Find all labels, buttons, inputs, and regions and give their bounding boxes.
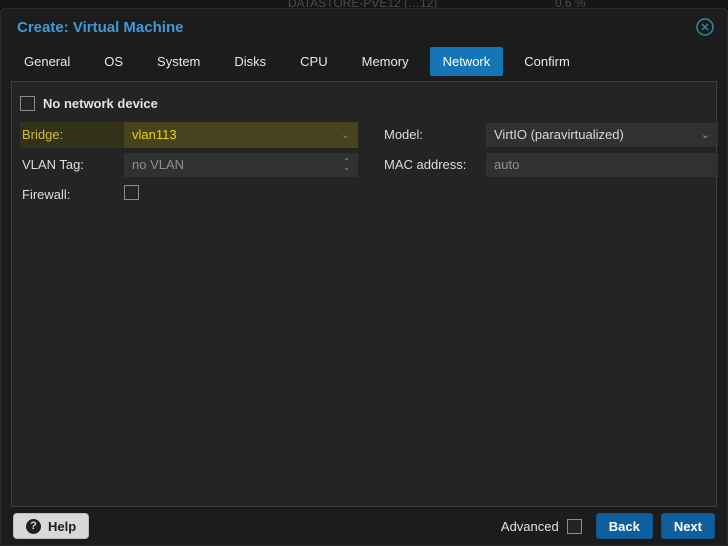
tab-confirm[interactable]: Confirm xyxy=(511,47,583,76)
help-button[interactable]: ? Help xyxy=(13,513,90,539)
no-network-device-checkbox[interactable] xyxy=(20,96,35,111)
vlan-tag-label: VLAN Tag: xyxy=(22,157,84,172)
vlan-tag-placeholder: no VLAN xyxy=(132,157,185,172)
background-clipped-text-right: 0.6 % xyxy=(555,0,586,8)
dialog-footer: ? Help Advanced Back Next xyxy=(1,507,727,545)
model-select[interactable]: VirtIO (paravirtualized) ⌄ xyxy=(486,123,718,147)
form-grid: Bridge: vlan113 ⌄ Model: VirtIO (paravir… xyxy=(18,122,718,207)
create-vm-dialog: Create: Virtual Machine General OS Syste… xyxy=(0,8,728,546)
tab-system[interactable]: System xyxy=(144,47,213,76)
help-button-label: Help xyxy=(48,518,77,534)
background-page-strip: DATASTORE-PVE12 (…12) 0.6 % xyxy=(0,0,728,8)
network-form-panel: No network device Bridge: vlan113 ⌄ Mode… xyxy=(11,81,718,507)
vlan-tag-input[interactable]: no VLAN ⌃ ⌄ xyxy=(124,153,358,177)
next-button[interactable]: Next xyxy=(660,513,715,539)
chevron-down-icon: ⌄ xyxy=(340,128,350,141)
tab-general[interactable]: General xyxy=(11,47,83,76)
tab-cpu[interactable]: CPU xyxy=(287,47,340,76)
advanced-checkbox[interactable] xyxy=(566,518,582,534)
model-label: Model: xyxy=(384,127,424,142)
mac-address-label: MAC address: xyxy=(384,157,467,172)
model-value: VirtIO (paravirtualized) xyxy=(494,127,624,142)
dialog-titlebar: Create: Virtual Machine xyxy=(1,9,727,45)
no-network-device-row: No network device xyxy=(18,90,710,123)
firewall-label: Firewall: xyxy=(22,187,71,202)
dialog-title: Create: Virtual Machine xyxy=(17,18,184,36)
tab-bar: General OS System Disks CPU Memory Netwo… xyxy=(1,45,727,77)
no-network-device-label: No network device xyxy=(43,96,158,111)
question-icon: ? xyxy=(26,518,41,534)
tab-disks[interactable]: Disks xyxy=(221,47,279,76)
bridge-select[interactable]: vlan113 ⌄ xyxy=(124,122,358,148)
firewall-checkbox[interactable] xyxy=(124,185,139,200)
number-stepper-icon[interactable]: ⌃ ⌄ xyxy=(343,158,350,172)
back-button[interactable]: Back xyxy=(595,513,653,539)
mac-address-input[interactable]: auto xyxy=(486,153,718,177)
close-icon[interactable] xyxy=(695,17,715,37)
tab-network[interactable]: Network xyxy=(429,46,504,76)
advanced-label: Advanced xyxy=(500,518,559,534)
tab-os[interactable]: OS xyxy=(91,47,136,76)
tab-memory[interactable]: Memory xyxy=(349,47,422,76)
background-clipped-text-left: DATASTORE-PVE12 (…12) xyxy=(288,0,438,8)
bridge-label: Bridge: xyxy=(20,122,124,148)
chevron-down-icon: ⌄ xyxy=(700,128,710,141)
firewall-cell xyxy=(124,185,358,205)
mac-address-placeholder: auto xyxy=(494,157,520,172)
bridge-value: vlan113 xyxy=(132,127,177,142)
